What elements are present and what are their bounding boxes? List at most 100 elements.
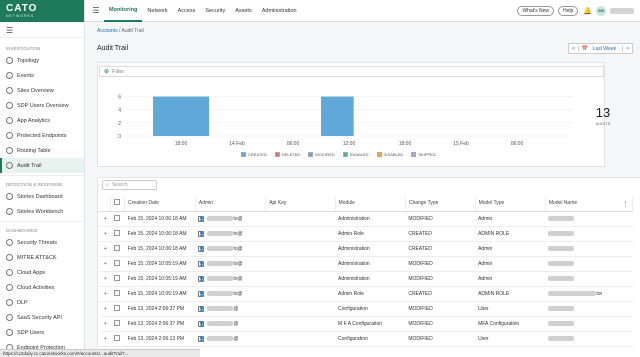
legend-checkbox[interactable] (241, 152, 246, 157)
legend-item-deleted[interactable]: DELETED (274, 152, 300, 157)
change-type: CREATED (405, 241, 476, 257)
user-name[interactable] (610, 7, 634, 14)
search-input[interactable]: ⌕ Search (102, 180, 157, 190)
legend-item-created[interactable]: CREATED (241, 152, 267, 157)
help-button[interactable]: Help (557, 5, 579, 16)
expand-row-icon[interactable]: + (97, 316, 111, 332)
table-row[interactable]: + Feb 15, 2024 10:06:18 AM 👤 to@ Administrat… (97, 211, 633, 227)
legend-checkbox[interactable] (376, 152, 382, 157)
row-checkbox-cell[interactable] (110, 241, 125, 257)
whats-new-button[interactable]: What's New (517, 5, 554, 16)
range-label[interactable]: 📅 Last Week (577, 45, 624, 52)
sidebar-item-security-threats[interactable]: Security Threats (0, 235, 84, 250)
row-checkbox[interactable] (113, 319, 120, 326)
sidebar-item-cloud-activities[interactable]: Cloud Activities (0, 280, 84, 295)
row-checkbox[interactable] (113, 289, 120, 296)
expand-row-icon[interactable]: + (97, 226, 111, 242)
sidebar-item-cloud-apps[interactable]: Cloud Apps (0, 265, 84, 280)
sidebar-item-sdp-users-overview[interactable]: SDP Users Overview (0, 98, 84, 113)
table-row[interactable]: + Feb 13, 2024 2:06:37 PM 👤 @ Configuration M… (97, 301, 633, 317)
row-checkbox-cell[interactable] (110, 226, 125, 242)
table-row[interactable]: + Feb 13, 2024 2:06:37 PM 👤 @ M F A Configur… (97, 316, 633, 332)
column-header-admin[interactable]: Admin (195, 196, 267, 212)
sidebar-menu-icon[interactable]: ☰ (0, 22, 84, 38)
cato-logo[interactable]: CATO NETWORKS (0, 0, 84, 22)
sdp-users-overview-icon (6, 102, 13, 109)
row-checkbox[interactable] (113, 334, 120, 341)
row-checkbox[interactable] (113, 274, 120, 281)
sidebar-item-audit-trail[interactable]: Audit Trail (0, 158, 84, 173)
select-all-checkbox[interactable] (114, 199, 121, 206)
row-checkbox-cell[interactable] (110, 271, 125, 287)
sidebar-item-stories-dashboard[interactable]: Stories Dashboard (0, 189, 84, 204)
column-header-api-key[interactable]: Api Key (265, 196, 336, 212)
legend-checkbox[interactable] (342, 152, 348, 157)
table-row[interactable]: + Feb 15, 2024 10:05:19 AM 👤 to@ Admin Role C… (97, 286, 633, 302)
row-checkbox[interactable] (113, 244, 120, 251)
change-type: CREATED (405, 286, 476, 302)
legend-checkbox[interactable] (274, 152, 280, 157)
top-menu-monitoring[interactable]: Monitoring (104, 0, 143, 22)
legend-checkbox[interactable] (308, 152, 314, 157)
breadcrumb-accounts[interactable]: Accounts (97, 28, 118, 34)
legend-item-disabled[interactable]: DISABLED (376, 152, 403, 157)
row-checkbox[interactable] (113, 259, 120, 266)
expand-row-icon[interactable]: + (97, 331, 111, 347)
legend-item-enabled[interactable]: ENABLED (342, 152, 369, 157)
sidebar-item-stories-workbench[interactable]: Stories Workbench (0, 204, 84, 219)
expand-row-icon[interactable]: + (97, 301, 111, 317)
expand-row-icon[interactable]: + (97, 256, 111, 272)
table-row[interactable]: + Feb 13, 2024 2:06:13 PM 👤 @ Configuration M… (97, 331, 633, 347)
sidebar-item-app-analytics[interactable]: App Analytics (0, 113, 84, 128)
expand-row-icon[interactable]: + (97, 271, 111, 287)
sidebar-item-routing-table[interactable]: Routing Table (0, 143, 84, 158)
column-options-icon[interactable]: ⋮ (622, 200, 629, 208)
column-header-model-type[interactable]: Model Type (475, 196, 546, 212)
model-name-redacted (548, 230, 575, 236)
legend-item-modified[interactable]: MODIFIED (308, 152, 335, 157)
row-checkbox-cell[interactable] (110, 286, 125, 302)
row-checkbox-cell[interactable] (110, 331, 125, 347)
select-all-header[interactable] (110, 196, 126, 212)
row-checkbox-cell[interactable] (110, 211, 125, 227)
row-checkbox-cell[interactable] (110, 301, 125, 317)
column-header-module[interactable]: Module (335, 196, 406, 212)
top-menu-access[interactable]: Access (173, 0, 201, 22)
sidebar-item-mitre-att-ck[interactable]: MITRE ATT&CK (0, 250, 84, 265)
sidebar-item-sdp-users[interactable]: SDP Users (0, 325, 84, 340)
table-row[interactable]: + Feb 15, 2024 10:06:18 AM 👤 to@ Administrat… (97, 241, 633, 257)
row-checkbox[interactable] (113, 214, 120, 221)
column-header-creation-date[interactable]: Creation Date (124, 196, 196, 212)
table-row[interactable]: + Feb 15, 2024 10:05:19 AM 👤 to@ Administrat… (97, 256, 633, 272)
row-checkbox[interactable] (113, 229, 120, 236)
range-next-button[interactable]: > (623, 46, 632, 52)
top-menu-administration[interactable]: Administration (257, 0, 302, 22)
column-header-model-name[interactable]: Model Name (545, 196, 634, 212)
expand-row-icon[interactable]: + (97, 211, 111, 227)
sidebar-item-protected-endpoints[interactable]: Protected Endpoints (0, 128, 84, 143)
table-row[interactable]: + Feb 15, 2024 10:06:18 AM 👤 to@ Admin Role C… (97, 226, 633, 242)
legend-checkbox[interactable] (411, 152, 417, 157)
top-menu-assets[interactable]: Assets (230, 0, 257, 22)
row-checkbox[interactable] (113, 304, 120, 311)
add-filter-icon[interactable]: ⊕ (104, 68, 109, 75)
range-prev-button[interactable]: < (569, 46, 578, 52)
top-menu-security[interactable]: Security (200, 0, 230, 22)
sidebar-item-saas-security-api[interactable]: SaaS Security API (0, 310, 84, 325)
bell-icon[interactable]: 🔔 (583, 7, 592, 15)
top-menu-network[interactable]: Network (142, 0, 172, 22)
table-row[interactable]: + Feb 15, 2024 10:05:19 AM 👤 to@ Administrat… (97, 271, 633, 287)
legend-item-skipped[interactable]: SKIPPED (411, 152, 436, 157)
sidebar-item-events[interactable]: Events (0, 68, 84, 83)
expand-row-icon[interactable]: + (97, 241, 111, 257)
expand-row-icon[interactable]: + (97, 286, 111, 302)
row-checkbox-cell[interactable] (110, 256, 125, 272)
filter-bar[interactable]: ⊕ Filter (99, 66, 604, 77)
column-header-change-type[interactable]: Change Type (405, 196, 476, 212)
top-menu-icon[interactable]: ☰ (88, 6, 104, 15)
avatar[interactable]: SM (596, 5, 606, 16)
row-checkbox-cell[interactable] (110, 316, 125, 332)
sidebar-item-sites-overview[interactable]: Sites Overview (0, 83, 84, 98)
sidebar-item-dlp[interactable]: DLP (0, 295, 84, 310)
sidebar-item-topology[interactable]: Topology (0, 53, 84, 68)
